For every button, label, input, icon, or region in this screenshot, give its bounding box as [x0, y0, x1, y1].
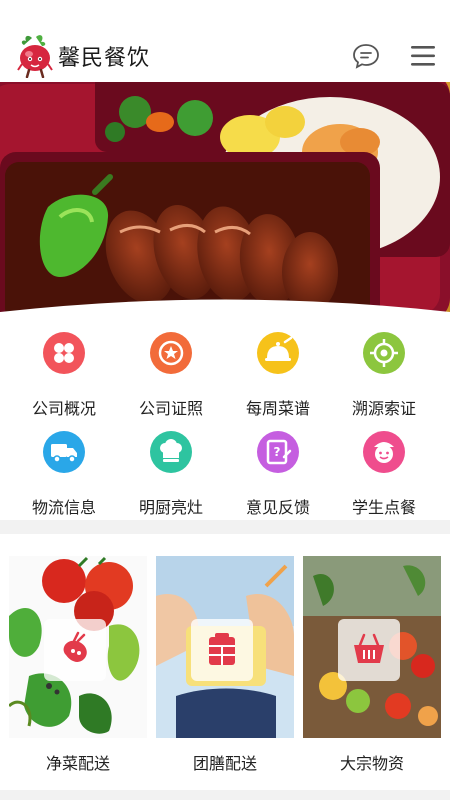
grid-item-traceability[interactable]: 溯源索证 [328, 332, 440, 422]
service-panel: 净菜配送 团膳配送 大宗物资 [0, 534, 450, 790]
service-card-vegetables[interactable] [9, 556, 147, 738]
card-label: 净菜配送 [45, 754, 110, 773]
lunchbox-icon [191, 619, 253, 681]
feature-grid: 公司概况 公司证照 每周菜谱 溯源索证 物流信息 明厨亮灶 ? 意见反馈 学生点… [0, 322, 450, 520]
grid-item-weekly-menu[interactable]: 每周菜谱 [222, 332, 334, 422]
edit-note-icon: ? [257, 431, 299, 473]
student-face-icon [363, 431, 405, 473]
card-label: 团膳配送 [192, 754, 257, 773]
app-title: 馨民餐饮 [58, 46, 151, 71]
grid-label: 明厨亮灶 [138, 498, 203, 517]
grid-item-logistics[interactable]: 物流信息 [8, 431, 120, 521]
app-header: 馨民餐饮 [0, 0, 450, 82]
four-petal-icon [43, 332, 85, 374]
card-label: 大宗物资 [339, 754, 404, 773]
chef-hat-icon [150, 431, 192, 473]
grid-item-company-overview[interactable]: 公司概况 [8, 332, 120, 422]
grid-item-feedback[interactable]: ? 意见反馈 [222, 431, 334, 521]
grid-item-company-license[interactable]: 公司证照 [115, 332, 227, 422]
svg-text:?: ? [274, 445, 281, 459]
hamburger-menu-icon[interactable] [410, 44, 436, 68]
vegetable-icon [44, 619, 106, 681]
grid-label: 公司证照 [138, 399, 203, 418]
shopping-basket-icon [338, 619, 400, 681]
dish-cloche-icon [257, 332, 299, 374]
grid-label: 意见反馈 [245, 498, 310, 517]
grid-label: 溯源索证 [351, 399, 416, 418]
radish-mascot-icon[interactable] [16, 34, 54, 79]
delivery-truck-icon [43, 431, 85, 473]
grid-label: 学生点餐 [351, 498, 416, 517]
grid-item-student-order[interactable]: 学生点餐 [328, 431, 440, 521]
grid-label: 每周菜谱 [245, 399, 310, 418]
banner-image[interactable] [0, 82, 450, 342]
service-card-bulk-goods[interactable] [303, 556, 441, 738]
service-card-group-meals[interactable] [156, 556, 294, 738]
chat-bubble-icon[interactable] [352, 42, 380, 70]
grid-label: 公司概况 [31, 399, 96, 418]
grid-item-open-kitchen[interactable]: 明厨亮灶 [115, 431, 227, 521]
star-badge-icon [150, 332, 192, 374]
grid-label: 物流信息 [31, 498, 96, 517]
crosshair-target-icon [363, 332, 405, 374]
